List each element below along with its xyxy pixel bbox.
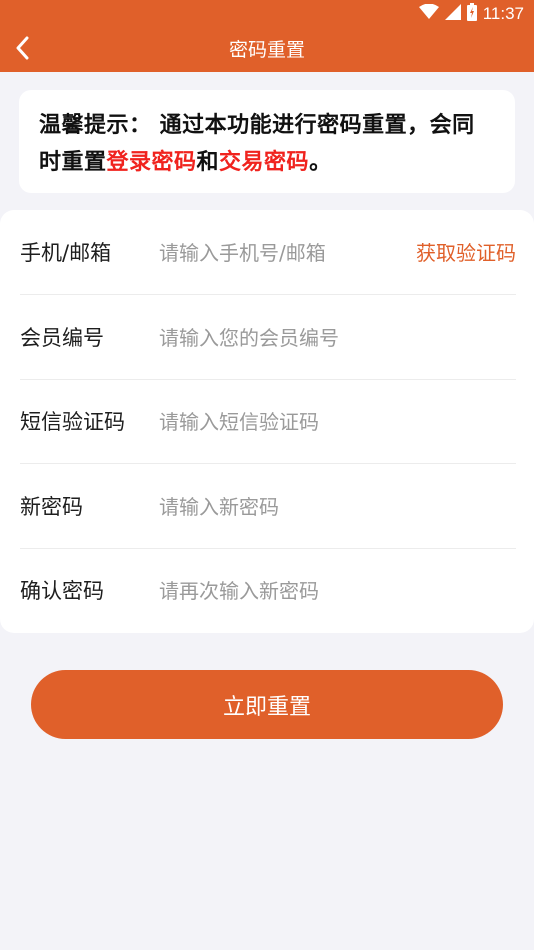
tip-card: 温馨提示： 通过本功能进行密码重置，会同时重置登录密码和交易密码。 — [19, 90, 515, 193]
tip-login-password: 登录密码 — [106, 150, 197, 175]
form-row-new-password: 新密码 — [20, 464, 516, 549]
tip-suffix: 。 — [309, 150, 332, 175]
phone-email-input[interactable] — [159, 236, 389, 270]
sms-code-label: 短信验证码 — [20, 410, 125, 434]
tip-text: 温馨提示： 通过本功能进行密码重置，会同时重置登录密码和交易密码。 — [39, 107, 495, 181]
status-icons: 11:37 — [418, 0, 524, 28]
new-password-label: 新密码 — [20, 495, 83, 519]
new-password-input[interactable] — [159, 490, 499, 524]
form-row-phone-email: 手机/邮箱 获取验证码 — [20, 210, 516, 295]
signal-icon — [444, 4, 461, 24]
page-title: 密码重置 — [228, 39, 305, 61]
tip-connector: 和 — [196, 150, 220, 175]
nav-header: 密码重置 — [0, 28, 534, 72]
battery-icon — [466, 3, 477, 25]
reset-form: 手机/邮箱 获取验证码 会员编号 短信验证码 新密码 确认密码 — [0, 210, 534, 633]
status-time: 11:37 — [482, 4, 524, 23]
form-row-sms-code: 短信验证码 — [20, 379, 516, 464]
status-bar: 11:37 — [0, 0, 534, 28]
member-id-input[interactable] — [159, 321, 499, 355]
member-id-label: 会员编号 — [20, 326, 104, 350]
tip-trade-password: 交易密码 — [219, 150, 310, 175]
reset-submit-button[interactable]: 立即重置 — [31, 670, 503, 739]
phone-email-label: 手机/邮箱 — [20, 241, 112, 265]
wifi-icon — [418, 3, 439, 24]
confirm-password-label: 确认密码 — [20, 579, 104, 603]
confirm-password-input[interactable] — [159, 574, 499, 608]
sms-code-input[interactable] — [159, 405, 499, 439]
form-row-member-id: 会员编号 — [20, 295, 516, 380]
get-code-button[interactable]: 获取验证码 — [416, 210, 516, 294]
form-row-confirm-password: 确认密码 — [20, 548, 516, 632]
